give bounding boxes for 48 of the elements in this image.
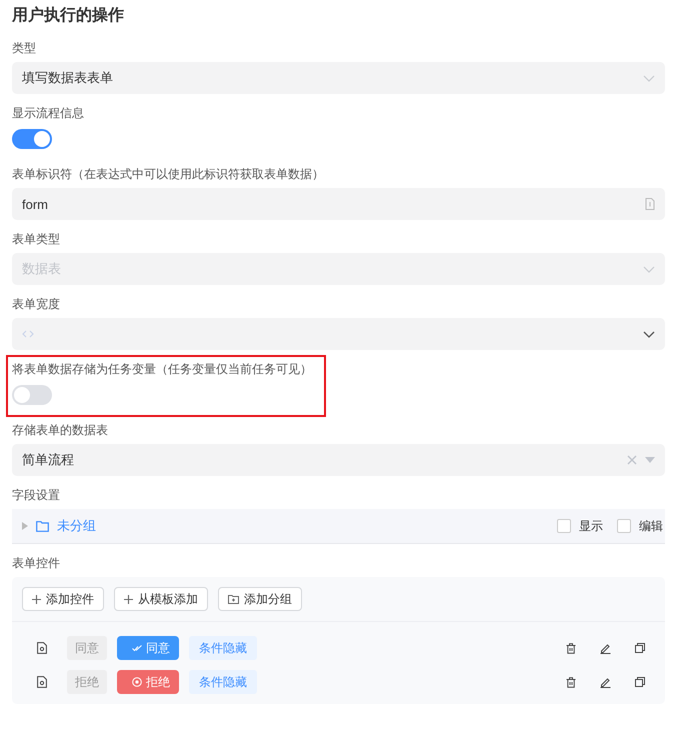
expand-caret-icon[interactable]: [22, 522, 28, 530]
double-check-icon: [132, 644, 142, 652]
copy-icon[interactable]: [635, 677, 645, 687]
checkbox[interactable]: [617, 519, 631, 533]
checkbox-label: 显示: [579, 518, 603, 534]
control-name: 拒绝: [67, 670, 107, 694]
field-label: 显示流程信息: [12, 105, 84, 121]
chevron-down-icon: [643, 266, 655, 272]
group-name: 未分组: [57, 517, 96, 535]
document-icon: [645, 198, 655, 210]
form-file-icon: [37, 676, 47, 688]
plus-icon: [32, 594, 41, 604]
section-title: 用户执行的操作: [12, 6, 125, 26]
field-label: 表单宽度: [12, 296, 60, 312]
field-label: 将表单数据存储为任务变量（任务变量仅当前任务可见）: [12, 361, 312, 377]
toolbar-button[interactable]: 添加控件: [22, 587, 104, 611]
delete-icon[interactable]: [566, 676, 576, 688]
triangle-icon: [645, 457, 655, 463]
copy-icon[interactable]: [635, 643, 645, 653]
field-label: 类型: [12, 40, 36, 56]
folder-icon: [36, 520, 49, 532]
plus-icon: [124, 594, 133, 604]
field-label: 表单控件: [12, 555, 60, 571]
checkbox-label: 编辑: [639, 518, 663, 534]
toggle-switch[interactable]: [12, 129, 52, 149]
chevron-down-icon: [643, 330, 655, 338]
chevron-down-icon: [643, 74, 655, 82]
target-icon: [132, 677, 142, 687]
select-field[interactable]: 简单流程: [12, 444, 665, 476]
group-row[interactable]: 未分组 显示 编辑: [12, 509, 665, 544]
field-label: 表单标识符（在表达式中可以使用此标识符获取表单数据）: [12, 166, 324, 182]
toolbar-button[interactable]: 添加分组: [218, 587, 302, 611]
field-label: 表单类型: [12, 231, 60, 247]
edit-icon[interactable]: [600, 642, 611, 654]
field-label: 存储表单的数据表: [12, 422, 108, 438]
delete-icon[interactable]: [566, 642, 576, 654]
code-icon: [22, 330, 34, 338]
folder-plus-icon: [228, 594, 239, 604]
toolbar-button[interactable]: 从模板添加: [114, 587, 208, 611]
edit-icon[interactable]: [600, 676, 611, 688]
select-field[interactable]: 填写数据表表单: [12, 62, 665, 94]
control-name: 同意: [67, 636, 107, 660]
toggle-switch[interactable]: [12, 385, 52, 405]
checkbox[interactable]: [557, 519, 571, 533]
field-label: 字段设置: [12, 487, 60, 503]
input-field[interactable]: form: [12, 188, 665, 220]
form-file-icon: [37, 642, 47, 654]
select-field[interactable]: [12, 318, 665, 350]
